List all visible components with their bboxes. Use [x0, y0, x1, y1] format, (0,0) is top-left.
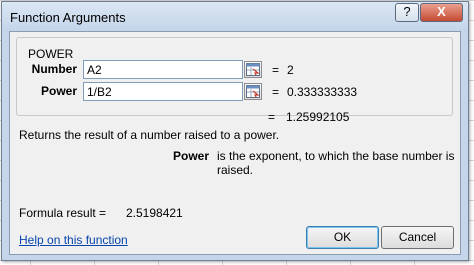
number-input[interactable]: A2 [83, 60, 243, 79]
ok-button[interactable]: OK [306, 226, 379, 249]
formula-result-value: 2.5198421 [126, 206, 183, 220]
function-description: Returns the result of a number raised to… [19, 128, 280, 142]
function-arguments-dialog: Function Arguments ? X POWER Number A2 =… [1, 1, 469, 261]
result-equals: = [268, 110, 276, 124]
power-label: Power [40, 84, 77, 98]
dialog-body: POWER Number A2 = 2 Power 1/B2 = 0.33333… [9, 31, 461, 255]
power-input[interactable]: 1/B2 [83, 82, 243, 101]
function-result: 1.25992105 [286, 110, 350, 124]
close-button[interactable]: X [420, 3, 463, 22]
cancel-button[interactable]: Cancel [381, 226, 454, 249]
argument-help-text: is the exponent, to which the base numbe… [217, 149, 455, 177]
dialog-title: Function Arguments [10, 10, 126, 25]
argument-help-name: Power [173, 149, 210, 163]
range-select-icon [246, 85, 260, 98]
function-name: POWER [28, 47, 74, 61]
help-on-function-link[interactable]: Help on this function [19, 233, 128, 247]
number-equals: = [272, 63, 280, 77]
formula-result-label: Formula result = [19, 206, 107, 220]
number-label: Number [31, 62, 77, 76]
number-value: 2 [287, 63, 294, 77]
title-bar[interactable]: Function Arguments ? X [2, 2, 468, 32]
arguments-group: POWER Number A2 = 2 Power 1/B2 = 0.33333… [16, 37, 453, 116]
number-collapse-button[interactable] [244, 61, 262, 78]
title-help-button[interactable]: ? [395, 3, 419, 22]
power-equals: = [272, 85, 280, 99]
power-collapse-button[interactable] [244, 83, 262, 100]
range-select-icon [246, 63, 260, 76]
power-value: 0.333333333 [287, 85, 358, 99]
